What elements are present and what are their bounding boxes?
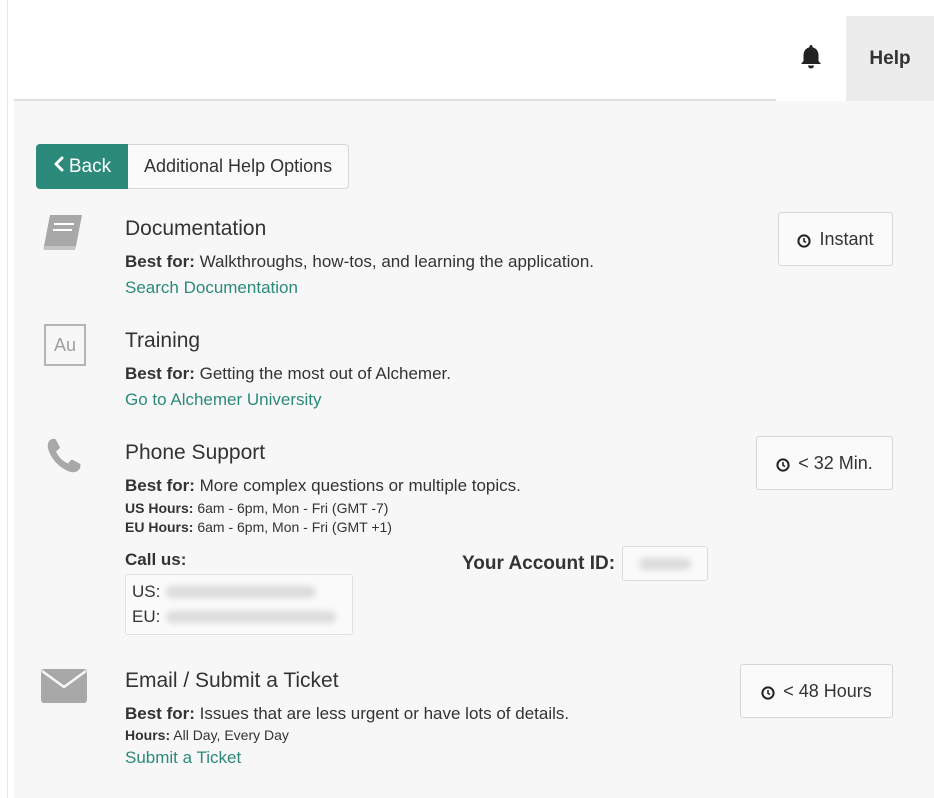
bell-icon[interactable] <box>796 42 826 72</box>
alchemer-university-link[interactable]: Go to Alchemer University <box>125 389 322 411</box>
us-phone-row: US: <box>132 579 346 604</box>
documentation-body: Documentation Best for: Walkthroughs, ho… <box>125 216 594 299</box>
training-body: Training Best for: Getting the most out … <box>125 328 451 411</box>
book-icon <box>40 212 86 257</box>
help-tab[interactable]: Help <box>846 16 934 101</box>
account-id-field <box>622 546 708 581</box>
email-body: Email / Submit a Ticket Best for: Issues… <box>125 668 569 769</box>
best-for: Best for: Issues that are less urgent or… <box>125 704 570 723</box>
phone-icon <box>44 436 84 481</box>
breadcrumb: Back Additional Help Options <box>36 144 350 189</box>
back-button[interactable]: Back <box>36 144 128 189</box>
eu-phone-row: EU: <box>132 604 346 629</box>
clock-icon <box>776 456 790 472</box>
submit-ticket-link[interactable]: Submit a Ticket <box>125 747 241 769</box>
redacted-account-id <box>639 557 691 570</box>
best-for: Best for: Walkthroughs, how-tos, and lea… <box>125 252 595 271</box>
us-hours: US Hours: 6am - 6pm, Mon - Fri (GMT -7) <box>125 500 389 516</box>
phone-numbers-box: US: EU: <box>125 574 353 635</box>
alchemer-university-logo: Au <box>44 324 86 366</box>
clock-icon <box>761 684 775 700</box>
email-hours: Hours: All Day, Every Day <box>125 727 289 743</box>
page-title: Additional Help Options <box>128 144 350 189</box>
left-border <box>7 0 8 798</box>
best-for: Best for: Getting the most out of Alchem… <box>125 364 451 383</box>
section-title: Email / Submit a Ticket <box>125 669 339 692</box>
call-us-label: Call us: <box>125 550 187 569</box>
section-title: Phone Support <box>125 441 266 464</box>
best-for: Best for: More complex questions or mult… <box>125 476 521 495</box>
phone-support-body: Phone Support Best for: More complex que… <box>125 440 521 537</box>
search-documentation-link[interactable]: Search Documentation <box>125 277 298 299</box>
redacted-phone <box>166 585 317 598</box>
response-time-badge: Instant <box>778 212 893 266</box>
account-id-label: Your Account ID: <box>462 553 616 574</box>
section-title: Training <box>125 329 201 352</box>
redacted-phone <box>166 610 337 623</box>
clock-icon <box>797 232 812 248</box>
chevron-left-icon <box>53 156 65 178</box>
response-time-badge: < 32 Min. <box>756 436 893 490</box>
response-time-badge: < 48 Hours <box>740 664 893 718</box>
section-title: Documentation <box>125 217 267 240</box>
eu-hours: EU Hours: 6am - 6pm, Mon - Fri (GMT +1) <box>125 519 392 535</box>
envelope-icon <box>40 668 88 709</box>
back-label: Back <box>68 155 112 177</box>
